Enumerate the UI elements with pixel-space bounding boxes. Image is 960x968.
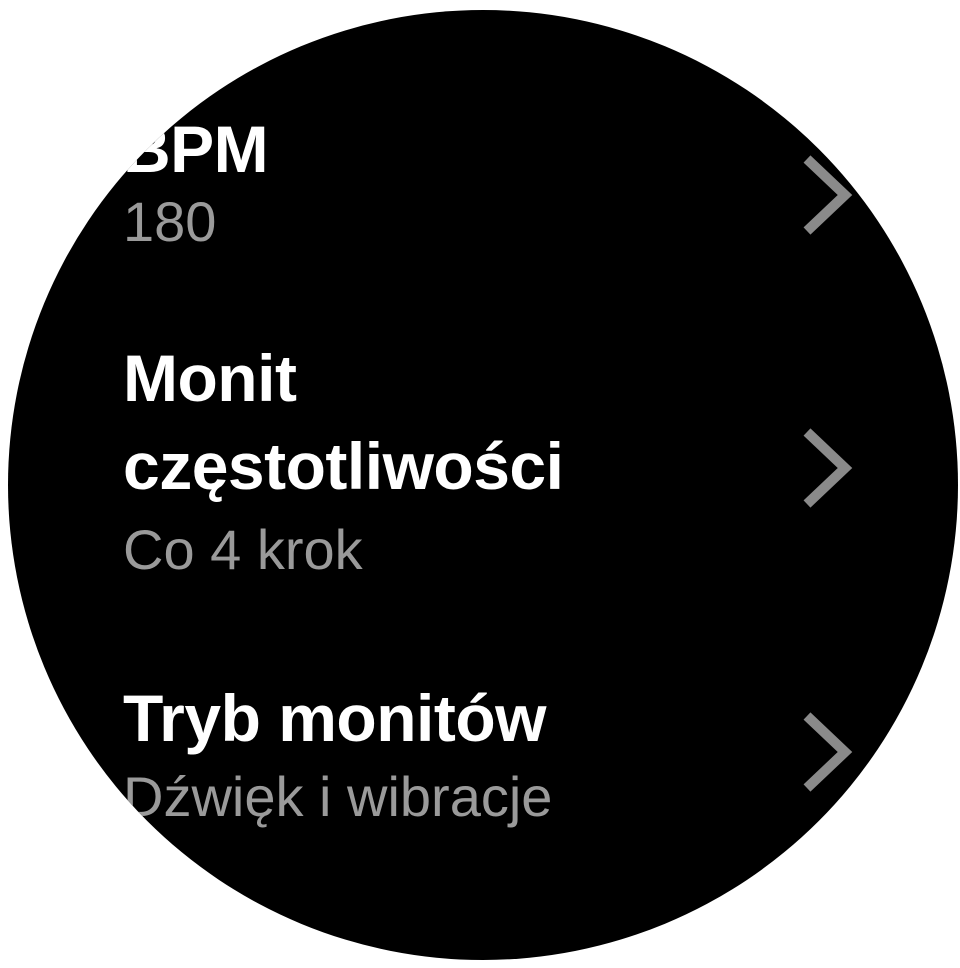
setting-value-alert-mode: Dźwięk i wibracje bbox=[123, 765, 553, 828]
setting-title-alert-mode: Tryb monitów bbox=[123, 681, 547, 755]
chevron-right-icon bbox=[793, 153, 853, 237]
setting-title-frequency-line1: Monit bbox=[123, 341, 297, 415]
setting-title-bpm: BPM bbox=[123, 112, 269, 186]
watch-screen: BPM 180 Monit częstotliwości Co 4 krok T… bbox=[8, 10, 958, 960]
setting-title-frequency-line2: częstotliwości bbox=[123, 429, 564, 503]
chevron-right-icon bbox=[793, 710, 853, 794]
setting-value-frequency: Co 4 krok bbox=[123, 518, 363, 581]
setting-row-frequency-alert[interactable]: Monit częstotliwości Co 4 krok bbox=[8, 330, 958, 590]
chevron-right-icon bbox=[793, 426, 853, 510]
setting-row-alert-mode[interactable]: Tryb monitów Dźwięk i wibracje bbox=[8, 670, 958, 840]
setting-value-bpm: 180 bbox=[123, 190, 217, 253]
setting-row-bpm[interactable]: BPM 180 bbox=[8, 105, 958, 265]
